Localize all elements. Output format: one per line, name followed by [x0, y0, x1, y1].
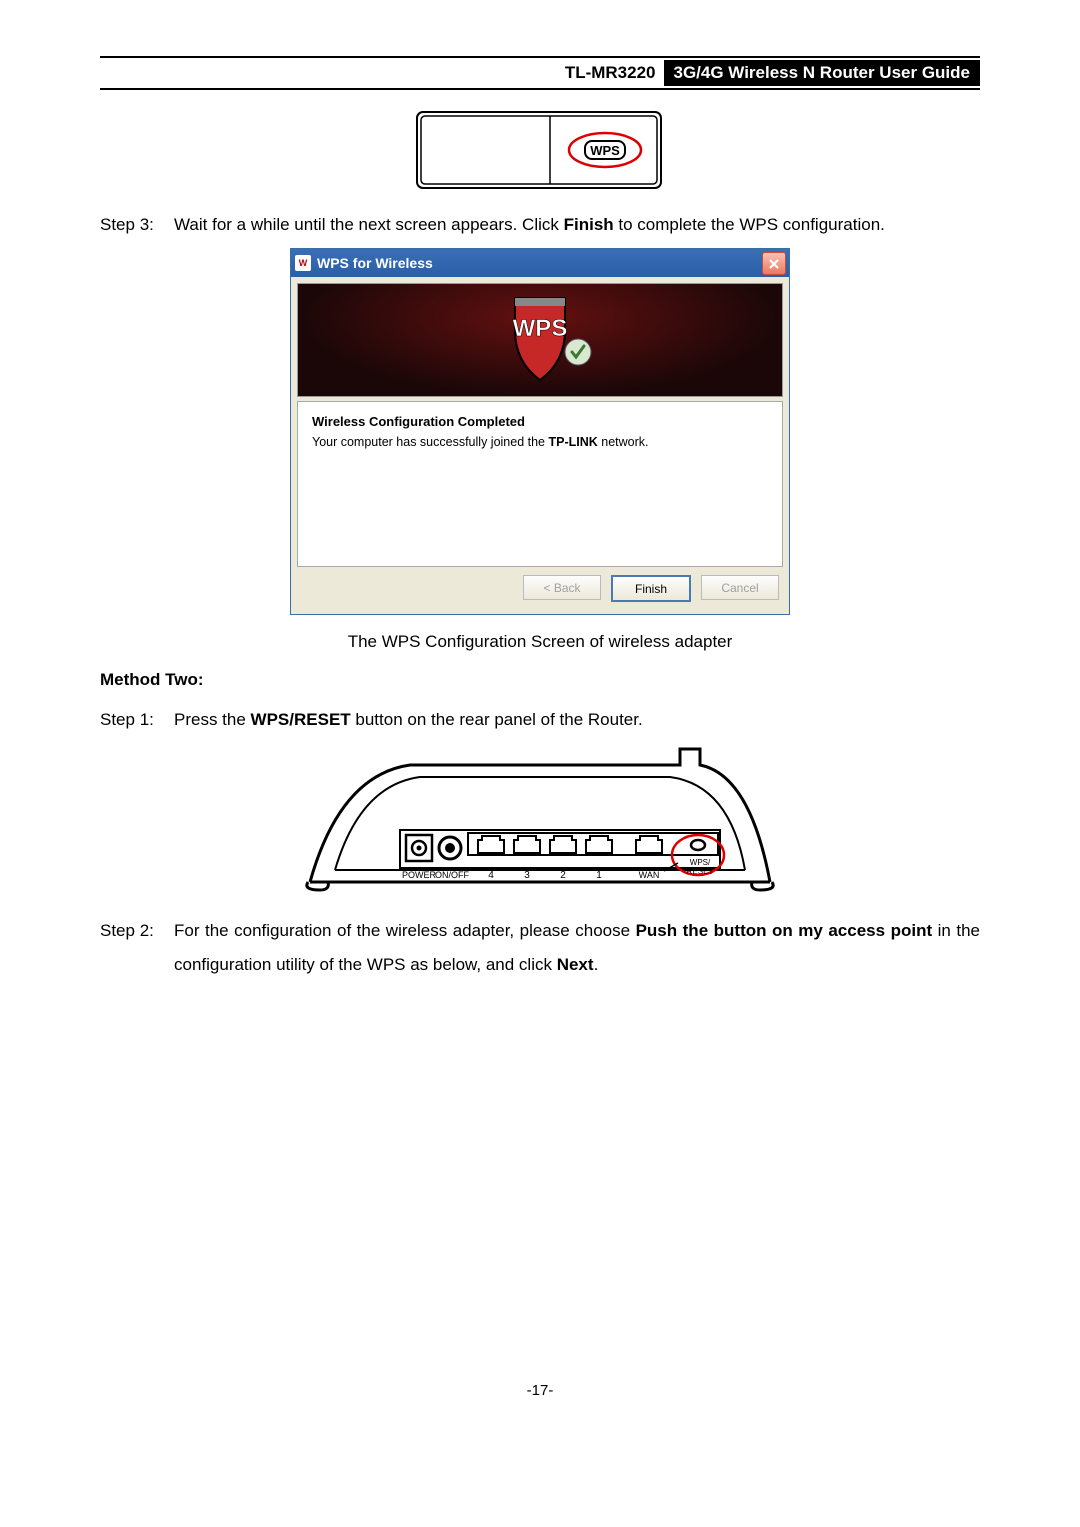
page-header: TL-MR3220 3G/4G Wireless N Router User G… — [100, 56, 980, 90]
svg-text:3: 3 — [524, 870, 530, 881]
svg-text:4: 4 — [488, 870, 494, 881]
step-3: Step 3: Wait for a while until the next … — [100, 208, 980, 242]
page-number: -17- — [100, 1382, 980, 1399]
dialog-caption: The WPS Configuration Screen of wireless… — [100, 625, 980, 659]
header-title: 3G/4G Wireless N Router User Guide — [664, 60, 981, 86]
header-model: TL-MR3220 — [557, 60, 664, 86]
step-1: Step 1: Press the WPS/RESET button on th… — [100, 703, 980, 737]
svg-text:2: 2 — [560, 870, 566, 881]
svg-text:POWER: POWER — [402, 870, 437, 880]
svg-text:WPS/: WPS/ — [690, 858, 711, 867]
dialog-titlebar: W WPS for Wireless — [291, 249, 789, 277]
svg-text:1: 1 — [596, 870, 602, 881]
dialog-title: WPS for Wireless — [317, 255, 433, 271]
step-3-label: Step 3: — [100, 208, 174, 242]
close-button[interactable] — [762, 252, 786, 275]
svg-text:WAN: WAN — [639, 870, 660, 880]
finish-button[interactable]: Finish — [611, 575, 691, 602]
wps-dialog: W WPS for Wireless WPS Wireless Configur — [290, 248, 790, 615]
step-1-label: Step 1: — [100, 703, 174, 737]
svg-text:RESET: RESET — [687, 867, 714, 876]
wps-button-label: WPS — [590, 143, 620, 158]
app-icon: W — [295, 255, 311, 271]
dialog-content: Wireless Configuration Completed Your co… — [297, 401, 783, 567]
dialog-content-line: Your computer has successfully joined th… — [312, 435, 768, 449]
close-icon — [768, 258, 780, 270]
step-1-text: Press the WPS/RESET button on the rear p… — [174, 703, 980, 737]
step-3-text: Wait for a while until the next screen a… — [174, 208, 980, 242]
dialog-content-title: Wireless Configuration Completed — [312, 414, 768, 429]
step-2-label: Step 2: — [100, 914, 174, 982]
router-front-diagram: WPS — [415, 108, 665, 198]
svg-text:ON/OFF: ON/OFF — [435, 870, 469, 880]
router-rear-diagram: POWER ON/OFF 4 3 2 1 WAN WPS/ RESET — [300, 745, 780, 900]
svg-text:WPS: WPS — [513, 315, 568, 342]
dialog-banner: WPS — [297, 283, 783, 397]
step-2: Step 2: For the configuration of the wir… — [100, 914, 980, 982]
dialog-buttons: < Back Finish Cancel — [297, 567, 783, 608]
method-two-title: Method Two: — [100, 663, 980, 697]
back-button[interactable]: < Back — [523, 575, 601, 600]
cancel-button[interactable]: Cancel — [701, 575, 779, 600]
step-2-text: For the configuration of the wireless ad… — [174, 914, 980, 982]
